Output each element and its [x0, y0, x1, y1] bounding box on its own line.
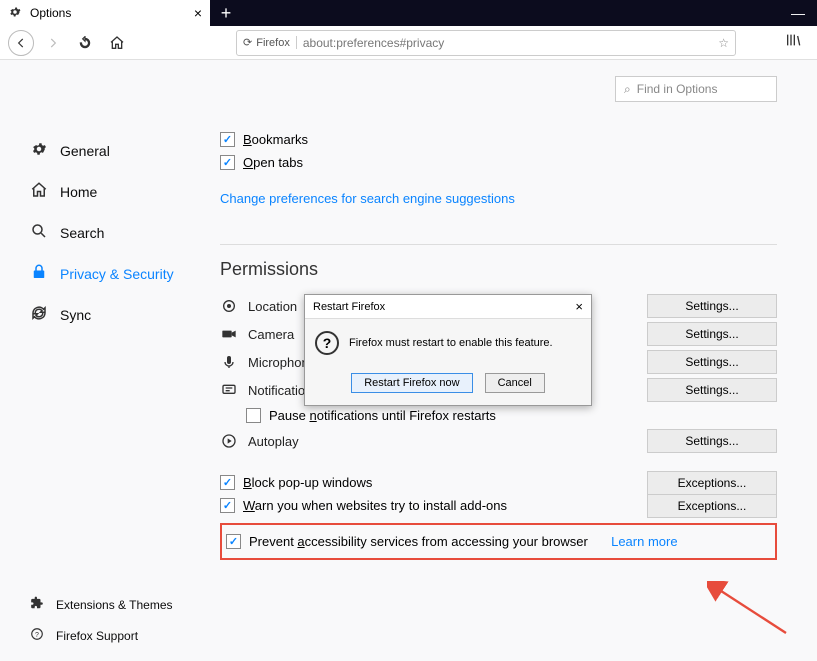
search-icon [30, 222, 48, 243]
sidebar-item-label: Home [60, 184, 97, 200]
category-sidebar: General Home Search Privacy & Security S… [0, 60, 210, 661]
back-button[interactable] [8, 30, 34, 56]
titlebar: Options × + — [0, 0, 817, 26]
notifications-icon [220, 382, 238, 398]
sidebar-item-home[interactable]: Home [30, 171, 210, 212]
checkbox-label: Open tabsOpen tabs [243, 155, 303, 170]
dialog-close-icon[interactable]: × [575, 299, 583, 314]
perm-label: Autoplay [248, 434, 299, 449]
checkbox-opentabs-row: Open tabsOpen tabs [220, 151, 777, 174]
sidebar-item-label: Extensions & Themes [56, 598, 173, 612]
sidebar-item-support[interactable]: ? Firefox Support [30, 620, 173, 651]
svg-text:?: ? [35, 632, 39, 639]
exceptions-button-addons[interactable]: Exceptions... [647, 494, 777, 518]
lock-icon [30, 263, 48, 284]
highlighted-option: Prevent accessibility services from acce… [220, 523, 777, 560]
checkbox-pause-notifications-row: Pause notifications until Firefox restar… [246, 404, 777, 427]
restart-now-button[interactable]: Restart Firefox now [351, 373, 472, 393]
dialog-title-text: Restart Firefox [313, 301, 385, 313]
camera-icon [220, 326, 238, 342]
settings-button-autoplay[interactable]: Settings... [647, 429, 777, 453]
divider [220, 244, 777, 245]
checkbox-bookmarks[interactable] [220, 132, 235, 147]
browser-tab-options[interactable]: Options × [0, 0, 210, 26]
tab-title: Options [30, 6, 71, 20]
checkbox-block-popups-row: Block pop-up windowsBlock pop-up windows… [220, 471, 777, 494]
sidebar-footer: Extensions & Themes ? Firefox Support [30, 589, 173, 651]
dialog-buttons: Restart Firefox now Cancel [305, 367, 591, 405]
checkbox-label: Warn you when websites try to install ad… [243, 498, 507, 513]
url-text: about:preferences#privacy [303, 36, 444, 50]
dialog-message: Firefox must restart to enable this feat… [349, 337, 553, 349]
sidebar-item-general[interactable]: General [30, 130, 210, 171]
checkbox-warn-addons-row: Warn you when websites try to install ad… [220, 494, 777, 517]
new-tab-button[interactable]: + [210, 0, 242, 26]
tab-close-icon[interactable]: × [194, 5, 202, 21]
sidebar-item-label: Search [60, 225, 104, 241]
checkbox-pause-notifications[interactable] [246, 408, 261, 423]
gear-icon [8, 5, 22, 22]
checkbox-bookmarks-row: BBookmarksookmarks [220, 128, 777, 151]
url-bar[interactable]: ⟳ Firefox about:preferences#privacy ☆ [236, 30, 736, 56]
home-icon [30, 181, 48, 202]
settings-button-microphone[interactable]: Settings... [647, 350, 777, 374]
checkbox-label: BBookmarksookmarks [243, 132, 308, 147]
question-icon: ? [315, 331, 339, 355]
perm-row-autoplay: Autoplay Settings... [220, 427, 777, 455]
identity-label: Firefox [256, 37, 290, 49]
sync-icon [30, 304, 48, 325]
sidebar-item-extensions[interactable]: Extensions & Themes [30, 589, 173, 620]
settings-button-location[interactable]: Settings... [647, 294, 777, 318]
sidebar-item-label: Sync [60, 307, 91, 323]
bookmark-star-icon[interactable]: ☆ [718, 36, 729, 50]
perm-label: Location [248, 299, 297, 314]
home-button[interactable] [104, 30, 130, 56]
checkbox-label: Block pop-up windowsBlock pop-up windows [243, 475, 372, 490]
firefox-icon: ⟳ [243, 36, 252, 49]
help-icon: ? [30, 627, 44, 644]
checkbox-warn-addons[interactable] [220, 498, 235, 513]
sidebar-item-sync[interactable]: Sync [30, 294, 210, 335]
reload-button[interactable] [72, 30, 98, 56]
nav-toolbar: ⟳ Firefox about:preferences#privacy ☆ [0, 26, 817, 60]
restart-dialog: Restart Firefox × ? Firefox must restart… [304, 294, 592, 406]
sidebar-item-search[interactable]: Search [30, 212, 210, 253]
perm-label: Camera [248, 327, 294, 342]
settings-button-notifications[interactable]: Settings... [647, 378, 777, 402]
sidebar-item-privacy[interactable]: Privacy & Security [30, 253, 210, 294]
link-search-engine-prefs[interactable]: Change preferences for search engine sug… [220, 191, 515, 206]
checkbox-prevent-a11y[interactable] [226, 534, 241, 549]
cancel-button[interactable]: Cancel [485, 373, 545, 393]
gear-icon [30, 140, 48, 161]
checkbox-label: Pause notifications until Firefox restar… [269, 408, 496, 423]
checkbox-block-popups[interactable] [220, 475, 235, 490]
perm-label: MicrophonMicrophone [248, 355, 309, 370]
sidebar-item-label: Privacy & Security [60, 266, 174, 282]
puzzle-icon [30, 596, 44, 613]
dialog-titlebar: Restart Firefox × [305, 295, 591, 319]
section-title-permissions: Permissions [220, 259, 777, 280]
window-minimize-icon[interactable]: — [791, 0, 817, 26]
settings-button-camera[interactable]: Settings... [647, 322, 777, 346]
exceptions-button-popups[interactable]: Exceptions... [647, 471, 777, 495]
location-icon [220, 298, 238, 314]
link-learn-more-a11y[interactable]: Learn more [611, 534, 677, 549]
forward-button[interactable] [40, 30, 66, 56]
dialog-body: ? Firefox must restart to enable this fe… [305, 319, 591, 367]
library-icon[interactable] [785, 32, 809, 53]
sidebar-item-label: General [60, 143, 110, 159]
checkbox-opentabs[interactable] [220, 155, 235, 170]
autoplay-icon [220, 433, 238, 449]
checkbox-prevent-a11y-row: Prevent accessibility services from acce… [226, 530, 771, 553]
microphone-icon [220, 354, 238, 370]
identity-badge: ⟳ Firefox [243, 36, 297, 49]
checkbox-label: Prevent accessibility services from acce… [249, 534, 588, 549]
sidebar-item-label: Firefox Support [56, 629, 138, 643]
